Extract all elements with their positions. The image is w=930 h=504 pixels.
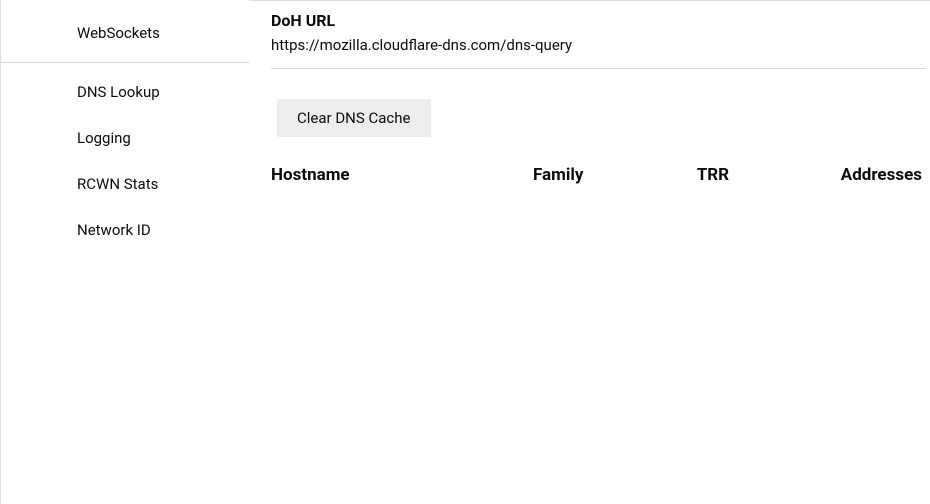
sidebar: WebSockets DNS Lookup Logging RCWN Stats… bbox=[1, 0, 249, 504]
app-layout: WebSockets DNS Lookup Logging RCWN Stats… bbox=[1, 0, 930, 504]
main-content: DoH URL https://mozilla.cloudflare-dns.c… bbox=[249, 0, 930, 504]
dns-table: Hostname Family TRR Addresses bbox=[271, 157, 926, 193]
sidebar-item-logging[interactable]: Logging bbox=[1, 115, 249, 161]
sidebar-item-label: WebSockets bbox=[77, 24, 160, 42]
sidebar-item-label: DNS Lookup bbox=[77, 83, 160, 101]
dns-table-header-row: Hostname Family TRR Addresses bbox=[271, 157, 926, 193]
doh-url-row: DoH URL https://mozilla.cloudflare-dns.c… bbox=[271, 1, 926, 69]
sidebar-item-dns-lookup[interactable]: DNS Lookup bbox=[1, 69, 249, 115]
column-header-addresses: Addresses bbox=[815, 157, 926, 193]
column-header-hostname: Hostname bbox=[271, 157, 533, 193]
sidebar-item-label: Network ID bbox=[77, 221, 151, 239]
sidebar-item-websockets[interactable]: WebSockets bbox=[1, 10, 249, 56]
action-row: Clear DNS Cache bbox=[271, 69, 926, 157]
column-header-family: Family bbox=[533, 157, 697, 193]
clear-dns-cache-button[interactable]: Clear DNS Cache bbox=[277, 99, 431, 137]
doh-url-value: https://mozilla.cloudflare-dns.com/dns-q… bbox=[271, 36, 926, 54]
sidebar-divider bbox=[1, 62, 249, 63]
sidebar-item-rcwn-stats[interactable]: RCWN Stats bbox=[1, 161, 249, 207]
doh-url-label: DoH URL bbox=[271, 11, 926, 30]
sidebar-item-label: Logging bbox=[77, 129, 131, 147]
sidebar-item-label: RCWN Stats bbox=[77, 175, 158, 193]
sidebar-item-network-id[interactable]: Network ID bbox=[1, 207, 249, 253]
dns-table-head: Hostname Family TRR Addresses bbox=[271, 157, 926, 193]
column-header-trr: TRR bbox=[697, 157, 815, 193]
